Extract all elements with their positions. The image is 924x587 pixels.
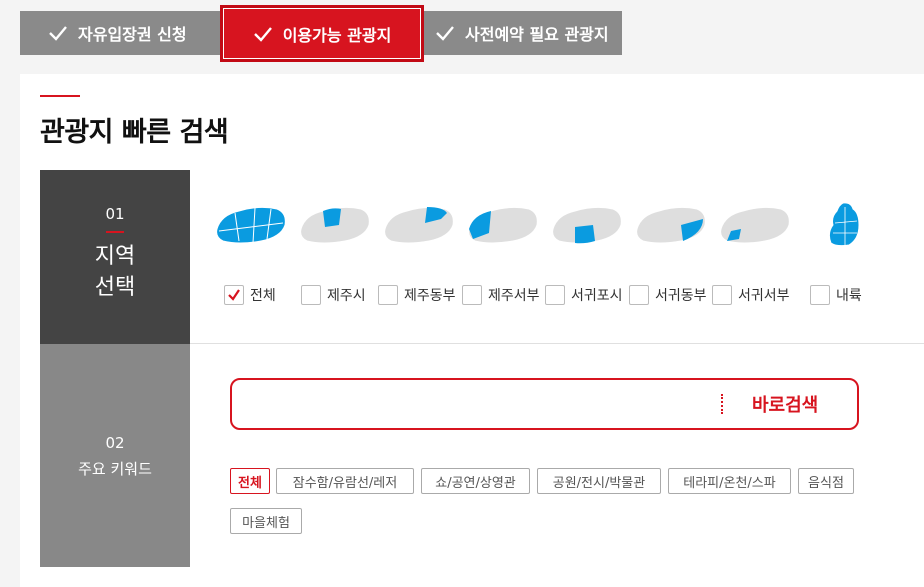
checkbox[interactable]	[378, 285, 398, 305]
checkbox[interactable]	[810, 285, 830, 305]
tab-available-attractions[interactable]: 이용가능 관광지	[220, 5, 424, 62]
check-icon	[49, 26, 67, 41]
jeju-map-east-jeju-icon[interactable]	[383, 203, 455, 247]
keyword-search: 바로검색 전체 잠수함/유람선/레저 쇼/공연/상영관 공원/전시/박물관 테라…	[190, 344, 924, 567]
step-label: 주요 키워드	[78, 460, 152, 478]
checkbox[interactable]	[629, 285, 649, 305]
checkbox[interactable]	[545, 285, 565, 305]
region-option-east-seogwipo[interactable]: 서귀동부	[629, 283, 707, 307]
quick-search-panel: 관광지 빠른 검색 01 지역 선택 전체 제주시 제주동부 제주서부 서귀포시…	[20, 74, 924, 587]
checkbox[interactable]	[462, 285, 482, 305]
region-label: 서귀포시	[571, 288, 623, 304]
keyword-chip-shows[interactable]: 쇼/공연/상영관	[421, 468, 530, 494]
tab-label: 자유입장권 신청	[78, 25, 187, 44]
step-number: 02	[105, 434, 125, 452]
region-option-seogwipo[interactable]: 서귀포시	[545, 283, 623, 307]
tab-reservation-required[interactable]: 사전예약 필요 관광지	[435, 11, 609, 55]
search-box: 바로검색	[230, 378, 859, 430]
keyword-chip-restaurants[interactable]: 음식점	[798, 468, 854, 494]
keyword-chip-spa[interactable]: 테라피/온천/스파	[668, 468, 791, 494]
tab-free-pass[interactable]: 자유입장권 신청	[48, 11, 187, 55]
region-option-mainland[interactable]: 내륙	[810, 283, 862, 307]
region-label: 제주시	[327, 288, 366, 304]
tab-bar: 자유입장권 신청 이용가능 관광지 사전예약 필요 관광지	[20, 5, 622, 62]
title-accent-line	[40, 95, 80, 97]
quick-search-button[interactable]: 바로검색	[752, 380, 818, 428]
region-option-west-jeju[interactable]: 제주서부	[462, 283, 540, 307]
step-number: 01	[105, 205, 125, 223]
region-maps	[215, 203, 895, 253]
keyword-chip-parks-museums[interactable]: 공원/전시/박물관	[537, 468, 661, 494]
check-icon	[253, 26, 272, 42]
jeju-map-jeju-city-icon[interactable]	[299, 203, 371, 247]
region-label: 제주동부	[404, 288, 456, 304]
region-option-west-seogwipo[interactable]: 서귀서부	[712, 283, 790, 307]
tab-label: 이용가능 관광지	[282, 25, 392, 45]
tab-label: 사전예약 필요 관광지	[465, 25, 609, 44]
keyword-chip-all[interactable]: 전체	[230, 468, 270, 494]
region-select: 전체 제주시 제주동부 제주서부 서귀포시 서귀동부 서귀서부 내륙	[190, 170, 924, 344]
search-input[interactable]	[246, 390, 706, 418]
region-label: 제주서부	[488, 288, 540, 304]
jeju-map-west-jeju-icon[interactable]	[467, 203, 539, 247]
step2-header: 02 주요 키워드	[40, 344, 190, 567]
jeju-map-seogwipo-icon[interactable]	[551, 203, 623, 247]
checkbox[interactable]	[224, 285, 244, 305]
region-option-all[interactable]: 전체	[224, 283, 276, 307]
step1-header: 01 지역 선택	[40, 170, 190, 344]
check-icon	[436, 26, 454, 41]
jeju-map-all-icon[interactable]	[215, 203, 287, 247]
korea-mainland-map-icon[interactable]	[825, 203, 869, 247]
region-label: 서귀동부	[655, 288, 707, 304]
step-divider	[106, 231, 124, 233]
region-option-east-jeju[interactable]: 제주동부	[378, 283, 456, 307]
jeju-map-east-seogwipo-icon[interactable]	[635, 203, 707, 247]
page-title: 관광지 빠른 검색	[40, 117, 229, 148]
check-icon	[228, 289, 240, 301]
search-divider	[721, 394, 723, 414]
checkbox[interactable]	[301, 285, 321, 305]
checkbox[interactable]	[712, 285, 732, 305]
step-label: 지역 선택	[94, 244, 136, 300]
region-label: 서귀서부	[738, 288, 790, 304]
jeju-map-west-seogwipo-icon[interactable]	[719, 203, 791, 247]
keyword-chip-leisure[interactable]: 잠수함/유람선/레저	[276, 468, 414, 494]
keyword-chip-village-experience[interactable]: 마을체험	[230, 508, 302, 534]
region-label: 전체	[250, 288, 276, 304]
region-label: 내륙	[836, 288, 862, 304]
region-option-jeju-city[interactable]: 제주시	[301, 283, 366, 307]
